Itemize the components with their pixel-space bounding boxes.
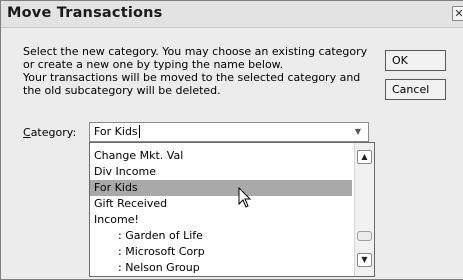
move-transactions-dialog: Move Transactions ✕ Select the new categ… [0, 0, 463, 280]
dialog-title: Move Transactions [7, 5, 163, 21]
scrollbar-thumb[interactable] [357, 231, 372, 241]
category-label: Category: [23, 126, 76, 139]
title-bar[interactable]: Move Transactions ✕ [1, 1, 463, 28]
list-item[interactable]: : Garden of Life [90, 228, 352, 244]
instructions-line-2: or create a new one by typing the name b… [23, 58, 284, 71]
list-item[interactable]: Div Income [90, 164, 352, 180]
cancel-button[interactable]: Cancel [385, 79, 446, 100]
dropdown-scrollbar[interactable]: ▲ ▼ [354, 143, 374, 276]
close-icon[interactable]: ✕ [452, 6, 463, 21]
category-label-text: ategory: [30, 126, 77, 139]
category-dropdown-list[interactable]: Change Mkt. Val Div Income For Kids Gift Re… [89, 142, 375, 277]
instructions-line-4: the old subcategory will be deleted. [23, 84, 221, 97]
list-item[interactable]: : Microsoft Corp [90, 244, 352, 260]
list-item[interactable]: : Nelson Group [90, 260, 352, 276]
category-label-accelerator: C [23, 126, 31, 139]
list-item[interactable]: For Kids [90, 180, 352, 196]
list-item[interactable]: Income! [90, 212, 352, 228]
category-combobox[interactable]: For Kids ▼ [89, 122, 369, 142]
mouse-pointer-icon [238, 187, 252, 208]
instructions-line-3: Your transactions will be moved to the s… [23, 71, 361, 84]
scroll-down-arrow-icon[interactable]: ▼ [357, 253, 372, 267]
list-item[interactable]: Change Mkt. Val [90, 148, 352, 164]
dropdown-items: Change Mkt. Val Div Income For Kids Gift Re… [90, 148, 352, 276]
instructions-text: Select the new category. You may choose … [23, 45, 373, 97]
category-input[interactable]: For Kids [94, 125, 140, 138]
list-item[interactable]: Gift Received [90, 196, 352, 212]
instructions-line-1: Select the new category. You may choose … [23, 45, 368, 58]
scroll-up-arrow-icon[interactable]: ▲ [357, 150, 372, 164]
ok-button[interactable]: OK [385, 50, 446, 71]
chevron-down-icon[interactable]: ▼ [351, 125, 365, 139]
